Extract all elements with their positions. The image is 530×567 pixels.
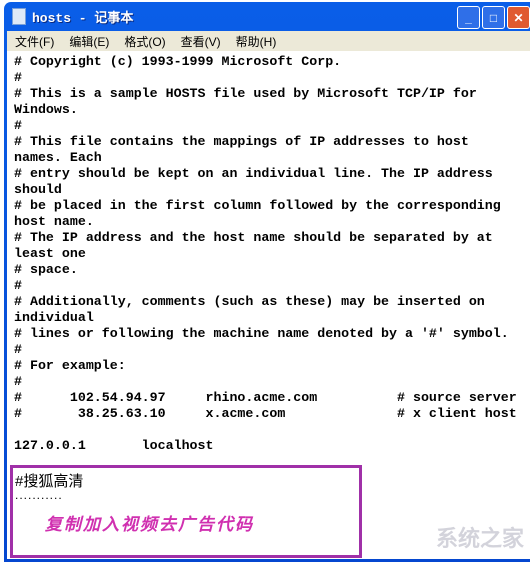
menu-edit[interactable]: 编辑(E)	[61, 33, 116, 50]
annotation-box: #搜狐高清 ........... 复制加入视频去广告代码	[10, 465, 362, 558]
menu-file[interactable]: 文件(F)	[7, 33, 61, 50]
hosts-content[interactable]: # Copyright (c) 1993-1999 Microsoft Corp…	[14, 54, 517, 454]
maximize-button[interactable]: □	[482, 6, 505, 29]
notepad-icon	[12, 8, 26, 25]
menu-help[interactable]: 帮助(H)	[228, 33, 284, 50]
minimize-button[interactable]: _	[457, 6, 480, 29]
title-bar[interactable]: hosts - 记事本 _ □ ✕	[4, 2, 530, 31]
annotation-note: 复制加入视频去广告代码	[45, 515, 254, 534]
menu-format[interactable]: 格式(O)	[116, 33, 172, 50]
annotation-dots: ...........	[15, 488, 63, 502]
menu-view[interactable]: 查看(V)	[173, 33, 228, 50]
window-title: hosts - 记事本	[32, 11, 134, 26]
menu-bar: 文件(F) 编辑(E) 格式(O) 查看(V) 帮助(H)	[7, 31, 530, 51]
watermark-logo: 系统之家	[435, 526, 524, 551]
close-button[interactable]: ✕	[507, 6, 530, 29]
